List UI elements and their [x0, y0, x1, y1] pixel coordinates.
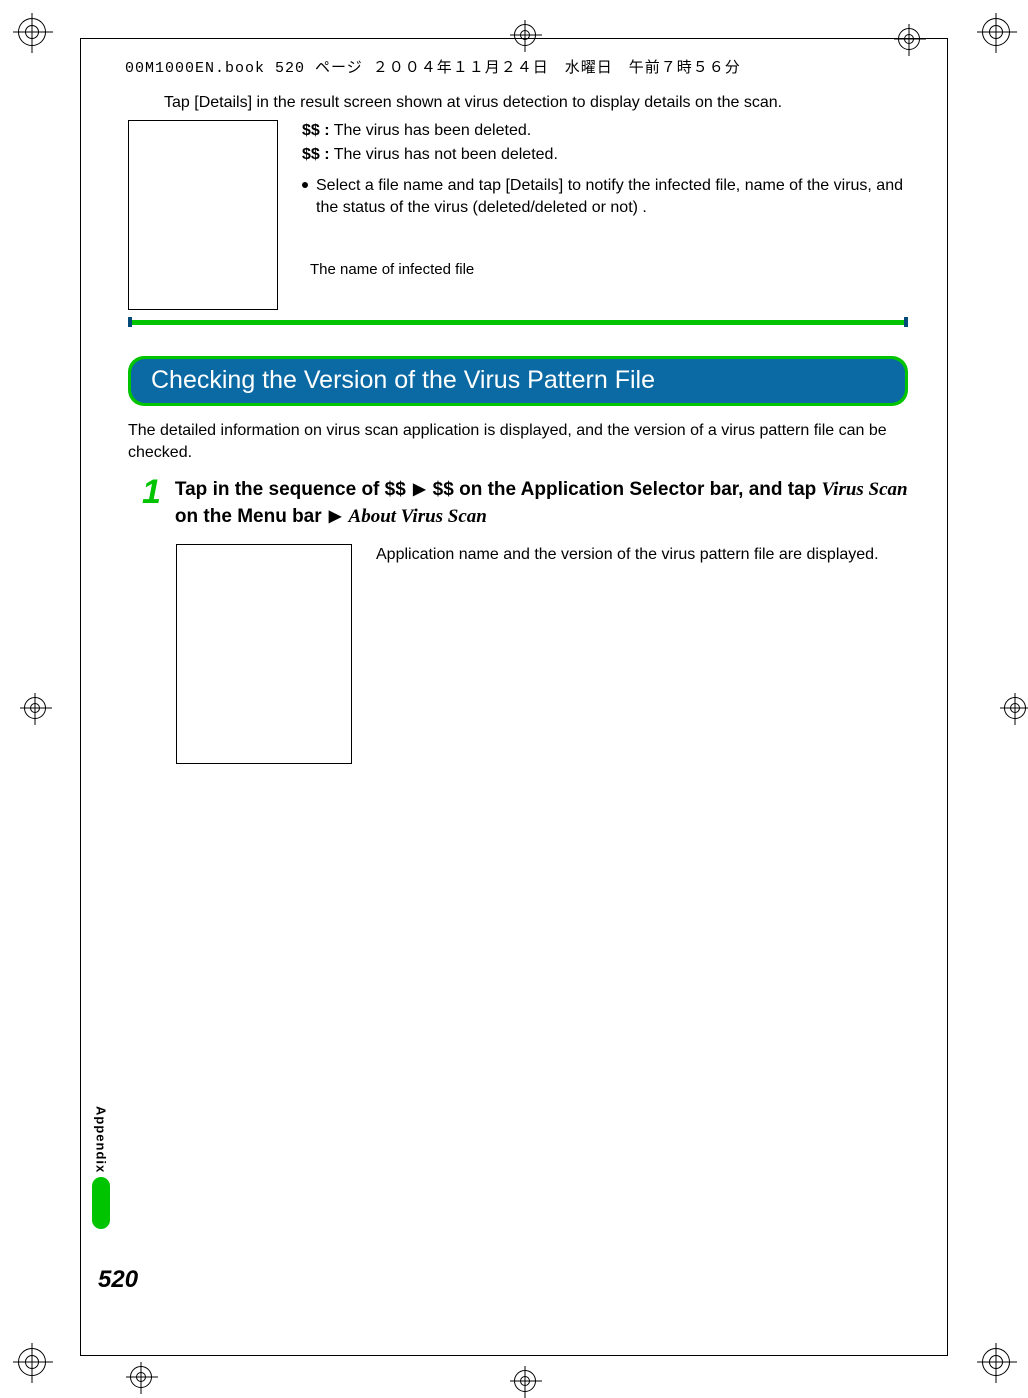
bullet-item: Select a file name and tap [Details] to …: [302, 175, 908, 218]
body-text: The detailed information on virus scan a…: [128, 420, 908, 463]
screenshot-placeholder: [176, 544, 352, 764]
section-heading-text: Checking the Version of the Virus Patter…: [151, 366, 655, 394]
section-heading: Checking the Version of the Virus Patter…: [128, 356, 908, 406]
definition-symbol: $$ :: [302, 122, 330, 139]
registration-mark-icon: [514, 1370, 536, 1392]
registration-mark-icon: [514, 24, 536, 46]
registration-mark-icon: [130, 1366, 152, 1388]
thumb-tab-pill: [92, 1177, 110, 1229]
bullet-text: Select a file name and tap [Details] to …: [316, 175, 908, 218]
arrow-icon: ▶: [411, 481, 427, 498]
crop-line: [80, 38, 948, 39]
registration-mark-icon: [18, 18, 46, 46]
crop-line: [947, 38, 948, 1356]
step-number: 1: [142, 475, 161, 530]
definition-line: $$ : The virus has not been deleted.: [302, 144, 908, 166]
step-item: 1 Tap in the sequence of $$ ▶ $$ on the …: [142, 477, 908, 530]
registration-mark-icon: [898, 28, 920, 50]
thumb-tab: Appendix: [92, 1106, 110, 1229]
registration-mark-icon: [24, 697, 46, 719]
definition-symbol: $$ :: [302, 146, 330, 163]
definition-text: The virus has not been deleted.: [334, 146, 558, 163]
registration-mark-icon: [1004, 697, 1026, 719]
crop-line: [80, 1355, 948, 1356]
crop-line: [80, 38, 81, 1356]
bullet-dot-icon: [302, 182, 308, 188]
body-text: Tap [Details] in the result screen shown…: [164, 94, 908, 112]
registration-mark-icon: [18, 1348, 46, 1376]
thumb-tab-label: Appendix: [94, 1106, 109, 1173]
definition-line: $$ : The virus has been deleted.: [302, 120, 908, 142]
step-instruction: Tap in the sequence of $$ ▶ $$ on the Ap…: [175, 477, 908, 530]
registration-mark-icon: [982, 18, 1010, 46]
figure-caption: The name of infected file: [310, 260, 908, 280]
screenshot-placeholder: [128, 120, 278, 310]
section-divider: [128, 320, 908, 326]
registration-mark-icon: [982, 1348, 1010, 1376]
arrow-icon: ▶: [327, 508, 343, 525]
doc-header: 00M1000EN.book 520 ページ ２００４年１１月２４日 水曜日 午…: [125, 56, 741, 77]
definition-text: The virus has been deleted.: [334, 122, 531, 139]
page-number: 520: [98, 1266, 138, 1294]
body-text: Application name and the version of the …: [376, 544, 879, 764]
